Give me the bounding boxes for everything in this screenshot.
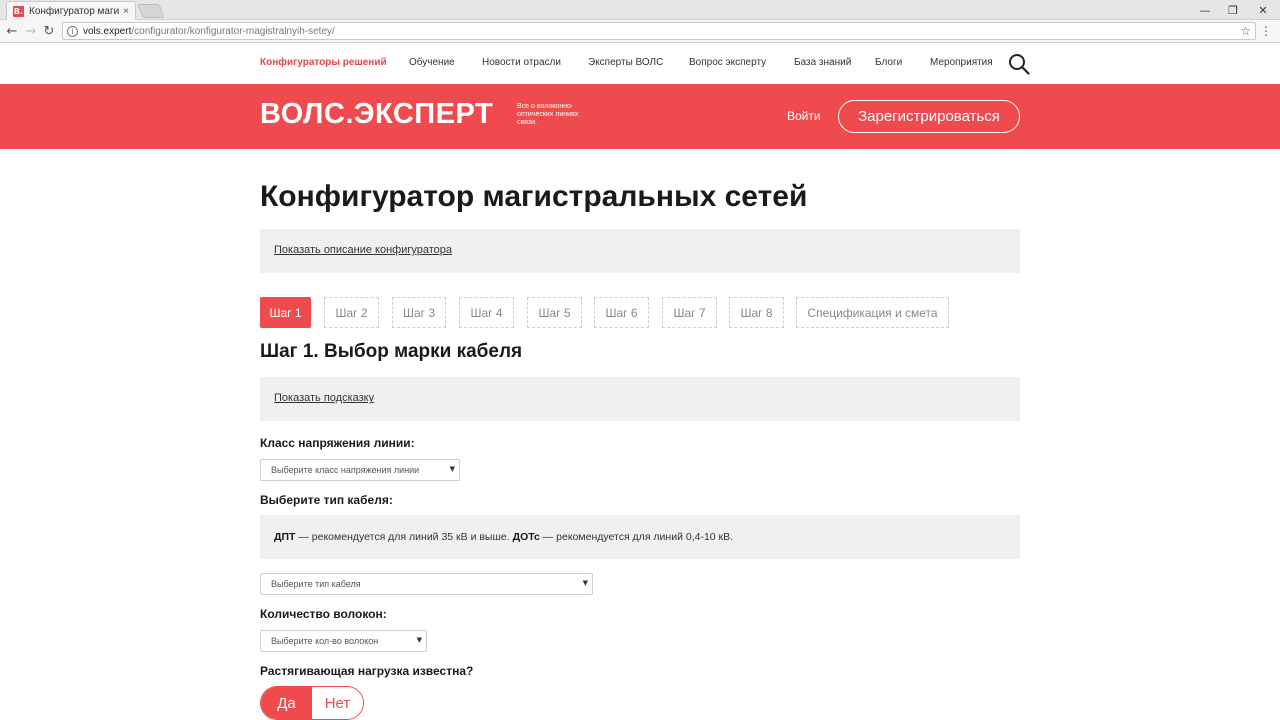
tab-step-6[interactable]: Шаг 6 [594,297,649,328]
tab-title: Конфигуратор магистра [29,5,120,17]
page-title: Конфигуратор магистральных сетей [260,180,808,213]
cable-info-dotc-text: — рекомендуется для линий 0,4-10 кВ. [539,531,734,543]
close-window-icon[interactable]: ✕ [1248,0,1278,20]
minimize-icon[interactable]: — [1190,0,1220,20]
nav-item-education[interactable]: Обучение [409,57,455,68]
yes-option-button[interactable]: Да [261,687,312,719]
chevron-down-icon: ▼ [582,579,588,587]
voltage-label: Класс напряжения линии: [260,436,415,450]
chevron-down-icon: ▼ [416,636,422,644]
nav-item-configurators[interactable]: Конфигураторы решений [260,57,387,68]
browser-tabstrip: B. Конфигуратор магистра × — ❐ ✕ [0,0,1280,20]
login-link[interactable]: Войти [787,109,821,123]
tab-close-icon[interactable]: × [123,6,129,17]
cable-type-select-value: Выберите тип кабеля [271,579,361,589]
site-info-icon[interactable]: i [67,25,78,37]
restore-icon[interactable]: ❐ [1218,0,1248,20]
hint-panel: Показать подсказку [260,377,1020,421]
url-host: vols.expert [83,25,132,37]
site-logo[interactable]: ВОЛС.ЭКСПЕРТ [260,98,493,131]
fibers-label: Количество волокон: [260,607,387,621]
cable-info-text: ДПТ — рекомендуется для линий 35 кВ и вы… [274,531,733,543]
nav-item-knowledge-base[interactable]: База знаний [794,57,851,68]
search-icon[interactable] [1008,53,1030,75]
reload-icon[interactable]: ↻ [40,22,58,40]
tab-step-2[interactable]: Шаг 2 [324,297,379,328]
tab-step-5[interactable]: Шаг 5 [527,297,582,328]
tab-step-7[interactable]: Шаг 7 [662,297,717,328]
nav-item-ask-expert[interactable]: Вопрос эксперту [689,57,766,68]
address-bar[interactable]: i vols.expert/configurator/konfigurator-… [62,22,1256,40]
nav-item-blogs[interactable]: Блоги [875,57,902,68]
browser-menu-icon[interactable]: ⋮ [1260,24,1272,38]
forward-icon[interactable]: → [22,22,40,40]
fibers-select[interactable]: Выберите кол-во волокон ▼ [260,630,427,652]
tab-specification[interactable]: Спецификация и смета [796,297,949,328]
load-label: Растягивающая нагрузка известна? [260,664,474,678]
nav-item-events[interactable]: Мероприятия [930,57,993,68]
register-button[interactable]: Зарегистрироваться [838,100,1020,133]
voltage-select[interactable]: Выберите класс напряжения линии ▼ [260,459,460,481]
site-tagline: Все о волоконно-оптических линиях связи. [517,103,579,126]
url-path: /configurator/konfigurator-magistralnyih… [131,25,335,37]
cable-type-select[interactable]: Выберите тип кабеля ▼ [260,573,593,595]
cable-info-panel: ДПТ — рекомендуется для линий 35 кВ и вы… [260,515,1020,559]
nav-item-news[interactable]: Новости отрасли [482,57,561,68]
nav-item-experts[interactable]: Эксперты ВОЛС [588,57,663,68]
tab-step-8[interactable]: Шаг 8 [729,297,784,328]
tab-step-4[interactable]: Шаг 4 [459,297,514,328]
chevron-down-icon: ▼ [449,465,455,473]
brand-header: ВОЛС.ЭКСПЕРТ Все о волоконно-оптических … [0,84,1280,149]
load-known-toggle: Да Нет [260,686,364,720]
top-navigation: Конфигураторы решений Обучение Новости о… [0,43,1280,84]
step-heading: Шаг 1. Выбор марки кабеля [260,341,523,362]
show-hint-link[interactable]: Показать подсказку [274,392,374,404]
voltage-select-value: Выберите класс напряжения линии [271,465,420,475]
no-option-button[interactable]: Нет [312,687,363,719]
tab-step-3[interactable]: Шаг 3 [392,297,446,328]
tab-step-1[interactable]: Шаг 1 [260,297,311,328]
back-icon[interactable]: ← [3,22,21,40]
show-description-link[interactable]: Показать описание конфигуратора [274,244,452,256]
description-panel: Показать описание конфигуратора [260,229,1020,273]
new-tab-button[interactable] [137,4,165,18]
site-favicon-icon: B. [13,5,24,17]
bookmark-star-icon[interactable]: ☆ [1240,24,1251,38]
browser-toolbar: ← → ↻ i vols.expert/configurator/konfigu… [0,20,1280,43]
cable-info-dpt: ДПТ [274,531,296,543]
browser-tab[interactable]: B. Конфигуратор магистра × [6,1,136,20]
cable-info-dpt-text: — рекомендуется для линий 35 кВ и выше. [295,531,513,543]
fibers-select-value: Выберите кол-во волокон [271,636,379,646]
cable-type-label: Выберите тип кабеля: [260,493,393,507]
cable-info-dotc: ДОТс [512,531,540,543]
